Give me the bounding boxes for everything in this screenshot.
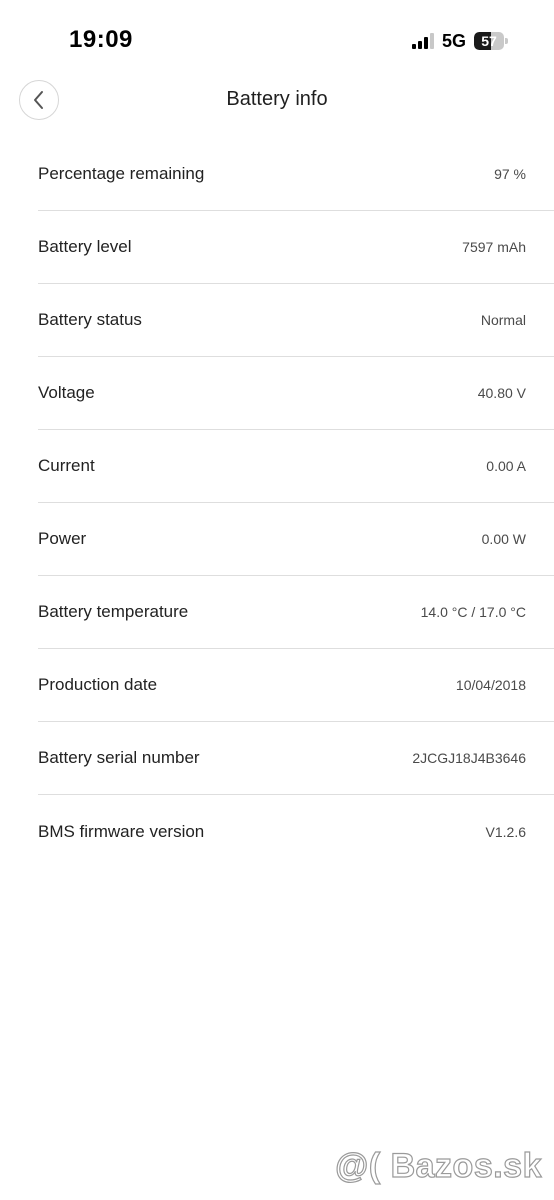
list-item: BMS firmware version V1.2.6 (38, 795, 554, 868)
item-value: 7597 mAh (462, 239, 526, 255)
item-value: 2JCGJ18J4B3646 (412, 750, 526, 766)
item-label: Battery temperature (38, 602, 189, 621)
item-value: 97 % (494, 166, 526, 182)
battery-percent: 57 (481, 33, 497, 49)
list-item: Power 0.00 W (38, 503, 554, 576)
list-item: Voltage 40.80 V (38, 357, 554, 430)
item-value: Normal (480, 312, 526, 328)
status-bar: 19:09 5G 57 (0, 0, 554, 80)
list-item: Percentage remaining 97 % (38, 138, 554, 211)
list-item: Production date 10/04/2018 (38, 649, 554, 722)
battery-icon: 57 (474, 32, 508, 50)
item-label: Percentage remaining (38, 164, 205, 183)
item-label: Battery level (38, 237, 132, 256)
item-value: 10/04/2018 (455, 677, 526, 693)
item-label: Production date (38, 675, 158, 694)
list-item: Battery level 7597 mAh (38, 211, 554, 284)
item-value: 40.80 V (477, 385, 526, 401)
item-value: V1.2.6 (485, 823, 526, 840)
list-item: Current 0.00 A (38, 430, 554, 503)
item-label: Battery serial number (38, 748, 200, 767)
list-item: Battery serial number 2JCGJ18J4B3646 (38, 722, 554, 795)
network-type: 5G (441, 30, 466, 51)
list-item: Battery status Normal (38, 284, 554, 357)
item-label: Power (38, 529, 87, 548)
item-label: Current (38, 456, 95, 475)
item-value: 14.0 °C / 17.0 °C (420, 604, 526, 620)
cellular-signal-icon (411, 33, 434, 49)
watermark: @( Bazos.sk (335, 1146, 543, 1186)
item-label: Voltage (38, 383, 95, 402)
item-label: Battery status (38, 310, 142, 329)
status-time: 19:09 (69, 26, 133, 53)
header: Battery info (0, 80, 554, 122)
page-title: Battery info (226, 88, 328, 110)
battery-info-list: Percentage remaining 97 % Battery level … (38, 138, 554, 868)
watermark-text: @( Bazos.sk (335, 1146, 543, 1185)
status-indicators: 5G 57 (411, 30, 508, 52)
list-item: Battery temperature 14.0 °C / 17.0 °C (38, 576, 554, 649)
item-value: 0.00 W (481, 531, 526, 547)
item-label: BMS firmware version (38, 821, 205, 841)
item-value: 0.00 A (486, 458, 526, 474)
